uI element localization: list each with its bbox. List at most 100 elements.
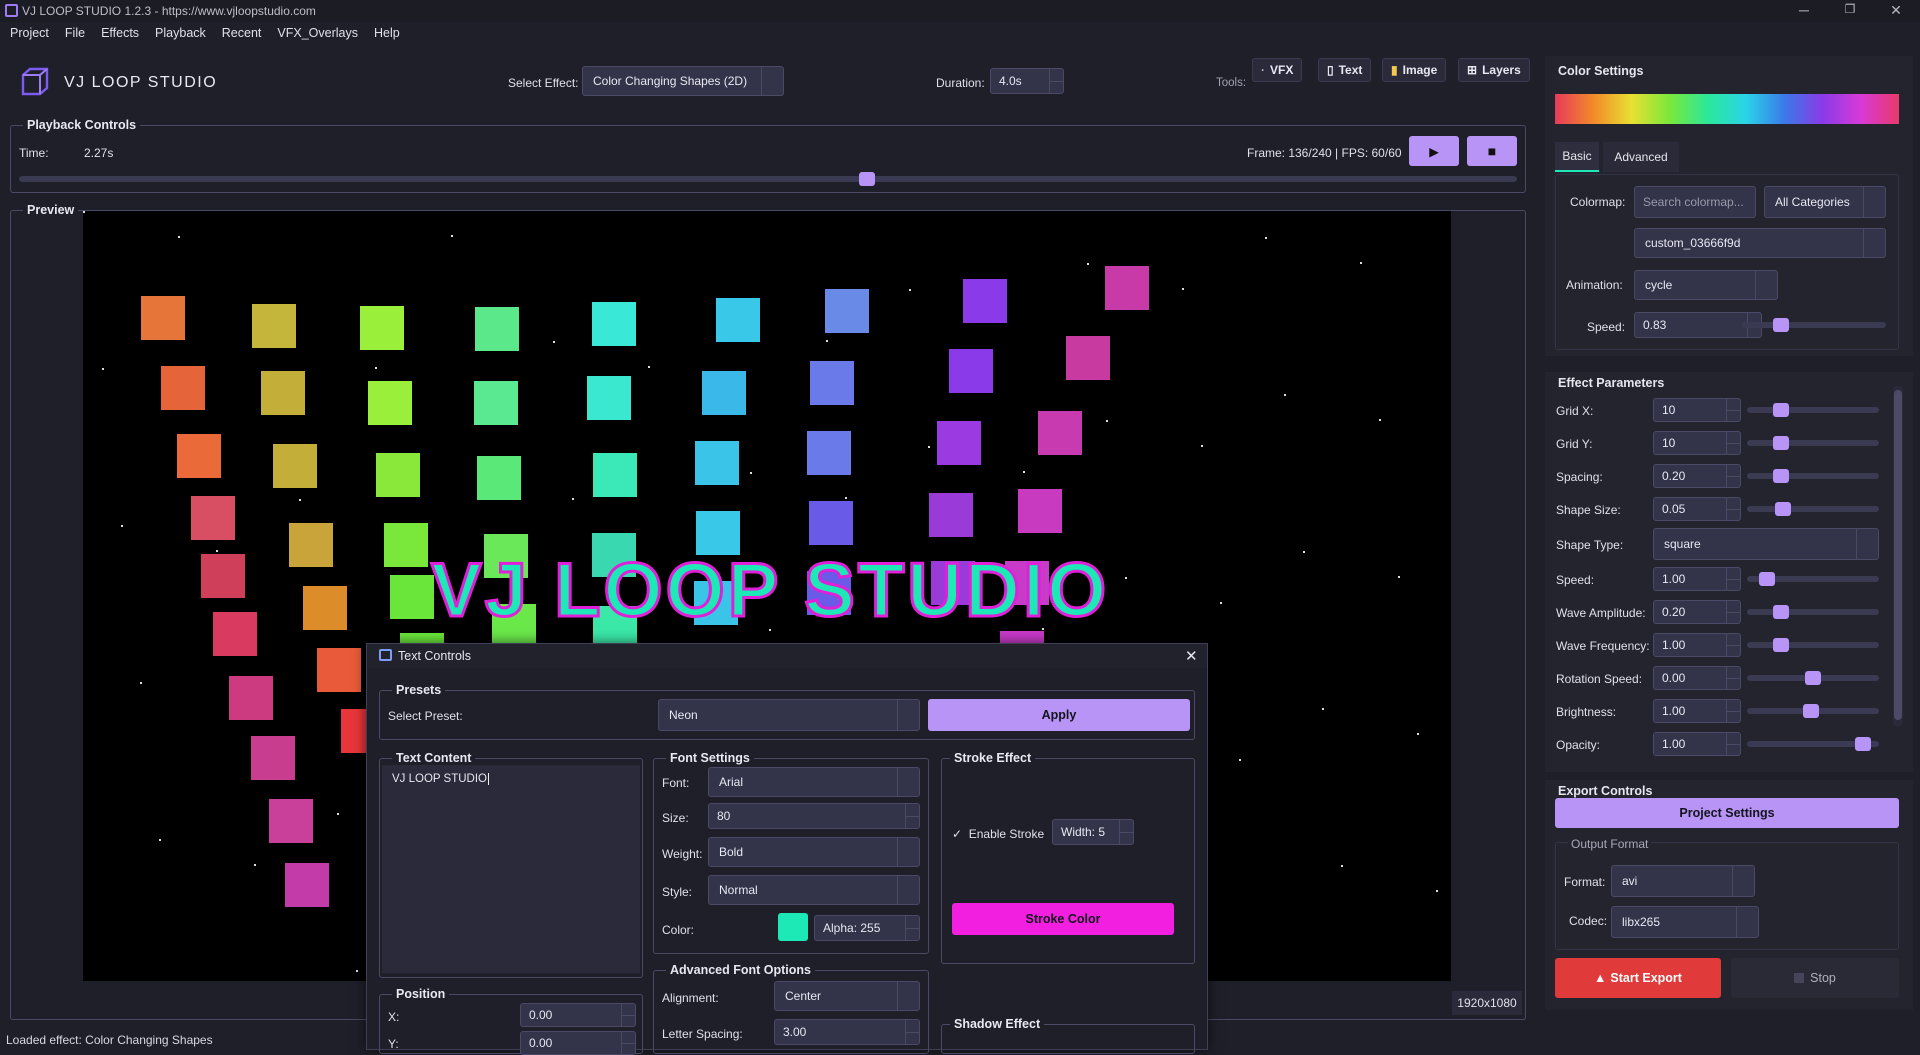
param-spinner[interactable]: 1.00 — [1653, 633, 1741, 657]
chevron-down-icon — [897, 876, 919, 904]
tab-basic[interactable]: Basic — [1555, 142, 1599, 172]
star-dot — [572, 498, 574, 500]
text-content-value: VJ LOOP STUDIO — [392, 773, 490, 785]
alpha-spinner[interactable]: Alpha: 255 — [814, 915, 920, 941]
param-spinner[interactable]: 0.00 — [1653, 666, 1741, 690]
alignment-select[interactable]: Center — [774, 981, 920, 1011]
colormap-select[interactable]: custom_03666f9d — [1634, 228, 1886, 258]
param-slider[interactable] — [1747, 403, 1879, 417]
project-settings-button[interactable]: Project Settings — [1555, 798, 1899, 828]
enable-stroke-checkbox[interactable]: ✓ Enable Stroke — [952, 827, 1044, 841]
restore-icon[interactable]: ❐ — [1830, 2, 1870, 16]
menu-effects[interactable]: Effects — [91, 22, 145, 40]
param-slider-handle[interactable] — [1759, 572, 1775, 586]
menu-file[interactable]: File — [55, 22, 91, 40]
param-slider[interactable] — [1747, 704, 1879, 718]
codec-select[interactable]: libx265 — [1611, 906, 1759, 938]
font-color-swatch[interactable] — [778, 913, 808, 941]
param-slider[interactable] — [1747, 502, 1879, 516]
param-spinner[interactable]: 0.20 — [1653, 600, 1741, 624]
chevron-down-icon — [897, 700, 919, 730]
preview-shape — [1018, 489, 1062, 533]
menu-help[interactable]: Help — [364, 22, 406, 40]
param-slider[interactable] — [1747, 572, 1879, 586]
play-button[interactable]: ▶ — [1409, 136, 1459, 166]
param-slider-handle[interactable] — [1773, 605, 1789, 619]
param-slider-handle[interactable] — [1773, 436, 1789, 450]
font-select[interactable]: Arial — [708, 767, 920, 797]
format-select[interactable]: avi — [1611, 865, 1755, 897]
start-export-button[interactable]: ▲ Start Export — [1555, 958, 1721, 998]
star-dot — [1220, 602, 1222, 604]
stop-export-button[interactable]: Stop — [1731, 958, 1899, 998]
param-slider[interactable] — [1747, 436, 1879, 450]
param-spinner[interactable]: 0.20 — [1653, 464, 1741, 488]
star-dot — [1182, 288, 1184, 290]
style-select[interactable]: Normal — [708, 875, 920, 905]
tab-advanced[interactable]: Advanced — [1603, 142, 1679, 172]
param-select[interactable]: square — [1653, 528, 1879, 560]
minimize-icon[interactable]: ─ — [1784, 2, 1824, 18]
colormap-search-input[interactable]: Search colormap... — [1634, 186, 1756, 218]
category-select[interactable]: All Categories — [1764, 186, 1886, 218]
param-slider[interactable] — [1747, 469, 1879, 483]
scrollbar-handle[interactable] — [1894, 390, 1902, 720]
duration-spinner[interactable]: 4.0s — [990, 68, 1064, 94]
timeline-handle[interactable] — [859, 172, 875, 186]
apply-preset-button[interactable]: Apply — [928, 699, 1190, 731]
animation-select[interactable]: cycle — [1634, 270, 1778, 300]
param-spinner[interactable]: 0.05 — [1653, 497, 1741, 521]
effect-select[interactable]: Color Changing Shapes (2D) — [582, 66, 784, 96]
stop-playback-button[interactable]: ■ — [1467, 136, 1517, 166]
menu-recent[interactable]: Recent — [212, 22, 268, 40]
size-spinner[interactable]: 80 — [708, 803, 920, 829]
color-speed-handle[interactable] — [1773, 318, 1789, 332]
letter-spacing-spinner[interactable]: 3.00 — [774, 1019, 920, 1045]
preview-title: Preview — [23, 203, 79, 217]
weight-select[interactable]: Bold — [708, 837, 920, 867]
param-slider-handle[interactable] — [1773, 638, 1789, 652]
color-speed-slider[interactable] — [1742, 318, 1886, 332]
menu-playback[interactable]: Playback — [145, 22, 212, 40]
y-spinner[interactable]: 0.00 — [520, 1031, 636, 1055]
image-button[interactable]: ▮ Image — [1382, 58, 1447, 82]
colormap-value: custom_03666f9d — [1645, 236, 1741, 250]
param-spinner[interactable]: 1.00 — [1653, 732, 1741, 756]
param-slider[interactable] — [1747, 605, 1879, 619]
param-spinner[interactable]: 1.00 — [1653, 567, 1741, 591]
timeline-slider[interactable] — [19, 172, 1517, 186]
play-icon: ▶ — [1429, 144, 1439, 159]
param-slider-handle[interactable] — [1773, 469, 1789, 483]
param-slider[interactable] — [1747, 638, 1879, 652]
param-slider-handle[interactable] — [1803, 704, 1819, 718]
param-spinner[interactable]: 10 — [1653, 431, 1741, 455]
param-spinner[interactable]: 1.00 — [1653, 699, 1741, 723]
param-spinner[interactable]: 10 — [1653, 398, 1741, 422]
param-slider-handle[interactable] — [1805, 671, 1821, 685]
menu-project[interactable]: Project — [0, 22, 55, 40]
text-content-input[interactable]: VJ LOOP STUDIO — [382, 765, 640, 973]
param-slider-handle[interactable] — [1775, 502, 1791, 516]
preview-shape — [937, 421, 981, 465]
stroke-color-button[interactable]: Stroke Color — [952, 903, 1174, 935]
vfx-button[interactable]: · VFX — [1252, 58, 1303, 82]
star-dot — [845, 497, 847, 499]
text-tool-button[interactable]: ▯ Text — [1318, 58, 1372, 82]
star-dot — [83, 211, 85, 213]
star-dot — [356, 970, 358, 972]
layers-button[interactable]: ⊞ Layers — [1458, 58, 1530, 82]
param-slider[interactable] — [1747, 671, 1879, 685]
preview-shape — [161, 366, 205, 410]
preset-select[interactable]: Neon — [658, 699, 920, 731]
star-dot — [1341, 865, 1343, 867]
x-spinner[interactable]: 0.00 — [520, 1003, 636, 1027]
menu-vfx-overlays[interactable]: VFX_Overlays — [267, 22, 364, 40]
close-window-icon[interactable]: ✕ — [1876, 2, 1916, 19]
param-slider-handle[interactable] — [1773, 403, 1789, 417]
effect-params-scrollbar[interactable] — [1893, 386, 1903, 726]
dialog-close-icon[interactable]: ✕ — [1185, 647, 1198, 665]
stroke-width-spinner[interactable]: Width: 5 — [1052, 819, 1134, 845]
param-slider[interactable] — [1747, 737, 1879, 751]
param-slider-handle[interactable] — [1855, 737, 1871, 751]
star-dot — [928, 446, 930, 448]
